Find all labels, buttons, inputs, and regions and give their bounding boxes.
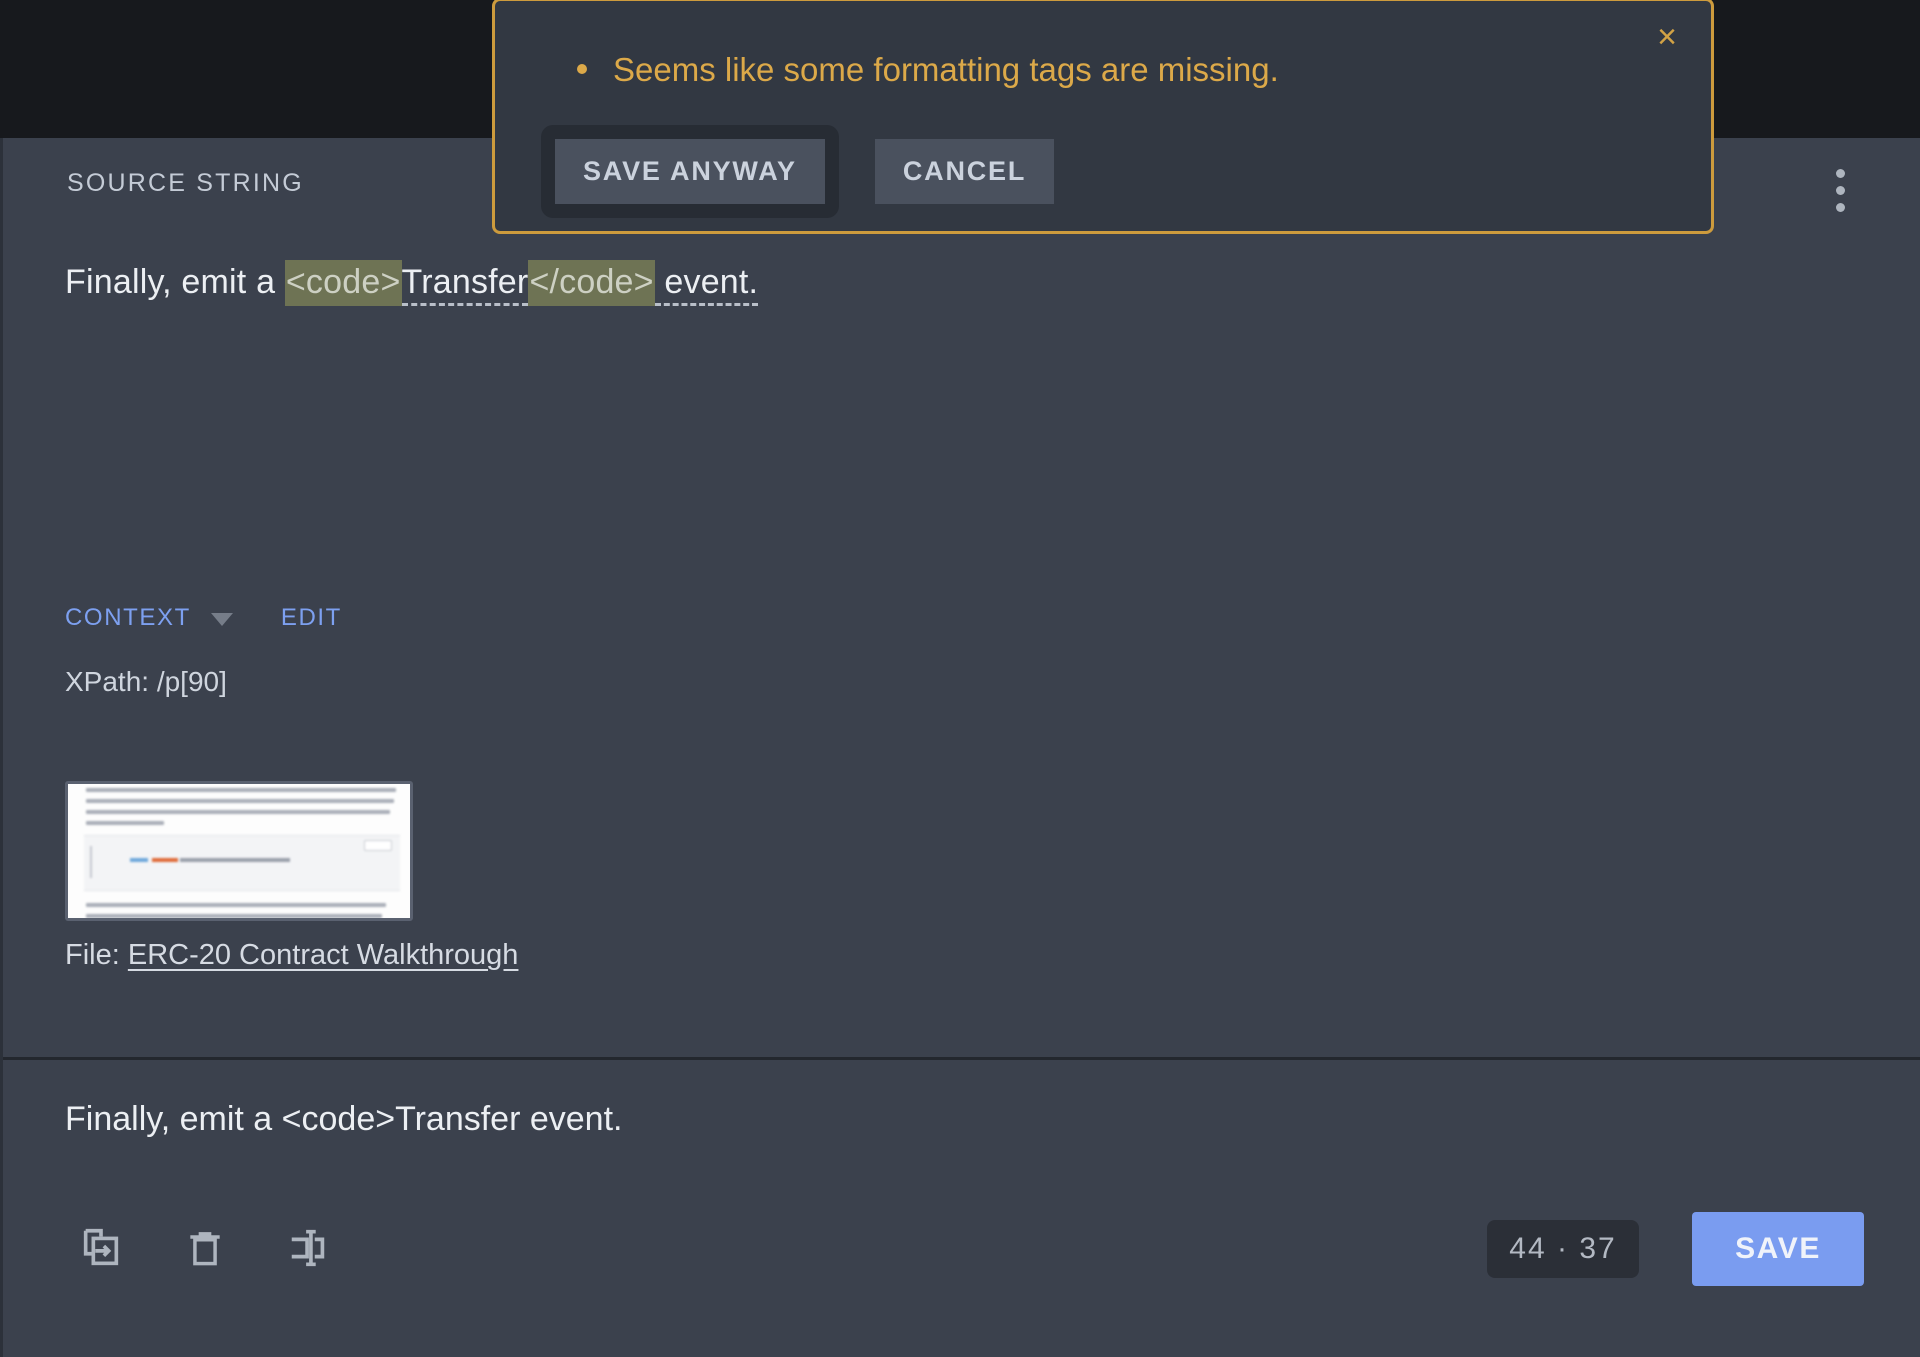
- cancel-wrap: CANCEL: [861, 125, 1068, 218]
- thumb-line: [86, 810, 390, 814]
- editor-panel: SOURCE STRING Finally, emit a <code>Tran…: [0, 138, 1920, 1357]
- file-link[interactable]: ERC-20 Contract Walkthrough: [128, 939, 519, 971]
- split-segment-icon[interactable]: [283, 1222, 335, 1274]
- source-target-divider: [3, 1057, 1920, 1060]
- thumb-copy-button: [364, 840, 392, 851]
- context-toolbar: CONTEXT EDIT: [65, 604, 342, 632]
- bullet-icon: [577, 64, 587, 74]
- source-prefix: Finally, emit a: [65, 263, 285, 301]
- alert-message-row: Seems like some formatting tags are miss…: [577, 51, 1279, 89]
- save-button[interactable]: SAVE: [1692, 1212, 1864, 1286]
- character-count-badge: 44 · 37: [1487, 1220, 1639, 1278]
- alert-actions: SAVE ANYWAY CANCEL: [541, 125, 1068, 218]
- context-screenshot-thumbnail[interactable]: [65, 781, 413, 921]
- thumb-line: [86, 903, 386, 907]
- edit-link[interactable]: EDIT: [281, 604, 342, 632]
- kebab-dot-1: [1835, 168, 1845, 178]
- delete-icon[interactable]: [179, 1222, 231, 1274]
- chevron-down-icon[interactable]: [210, 613, 233, 626]
- source-inner-text: Transfer: [401, 263, 529, 306]
- more-vert-icon[interactable]: [1818, 160, 1862, 220]
- thumb-line: [86, 788, 396, 792]
- source-close-tag: </code>: [528, 260, 655, 306]
- thumb-code-args: [180, 858, 290, 862]
- close-icon[interactable]: ×: [1647, 17, 1687, 57]
- kebab-dot-2: [1835, 185, 1845, 195]
- context-toggle[interactable]: CONTEXT: [65, 604, 191, 632]
- file-row: File: ERC-20 Contract Walkthrough: [65, 939, 518, 972]
- thumb-code-block: [84, 835, 400, 891]
- thumb-code-keyword: [130, 858, 148, 862]
- editor-tool-icons: [75, 1222, 335, 1274]
- save-anyway-button[interactable]: SAVE ANYWAY: [555, 139, 825, 204]
- thumb-line: [86, 821, 164, 825]
- source-suffix: event.: [654, 263, 759, 306]
- save-anyway-focus-ring: SAVE ANYWAY: [541, 125, 839, 218]
- thumbnail-content: [74, 788, 410, 918]
- translation-editor-screen: SOURCE STRING Finally, emit a <code>Tran…: [0, 0, 1920, 1357]
- alert-message: Seems like some formatting tags are miss…: [613, 51, 1279, 88]
- cancel-button[interactable]: CANCEL: [874, 139, 1055, 204]
- thumb-line: [86, 914, 382, 918]
- kebab-dot-3: [1835, 202, 1845, 212]
- bottom-toolbar: 44 · 37 SAVE: [3, 1192, 1920, 1357]
- xpath-text: XPath: /p[90]: [65, 666, 227, 697]
- source-string-text: Finally, emit a <code>Transfer</code> ev…: [65, 260, 759, 306]
- source-open-tag: <code>: [284, 260, 402, 306]
- copy-source-to-target-icon[interactable]: [75, 1222, 127, 1274]
- thumb-code-gutter: [90, 846, 92, 878]
- thumb-line: [86, 799, 394, 803]
- source-string-label: SOURCE STRING: [67, 169, 304, 197]
- validation-alert-dialog: × Seems like some formatting tags are mi…: [492, 0, 1714, 234]
- file-label: File:: [65, 939, 120, 971]
- thumb-code-function: [152, 858, 178, 862]
